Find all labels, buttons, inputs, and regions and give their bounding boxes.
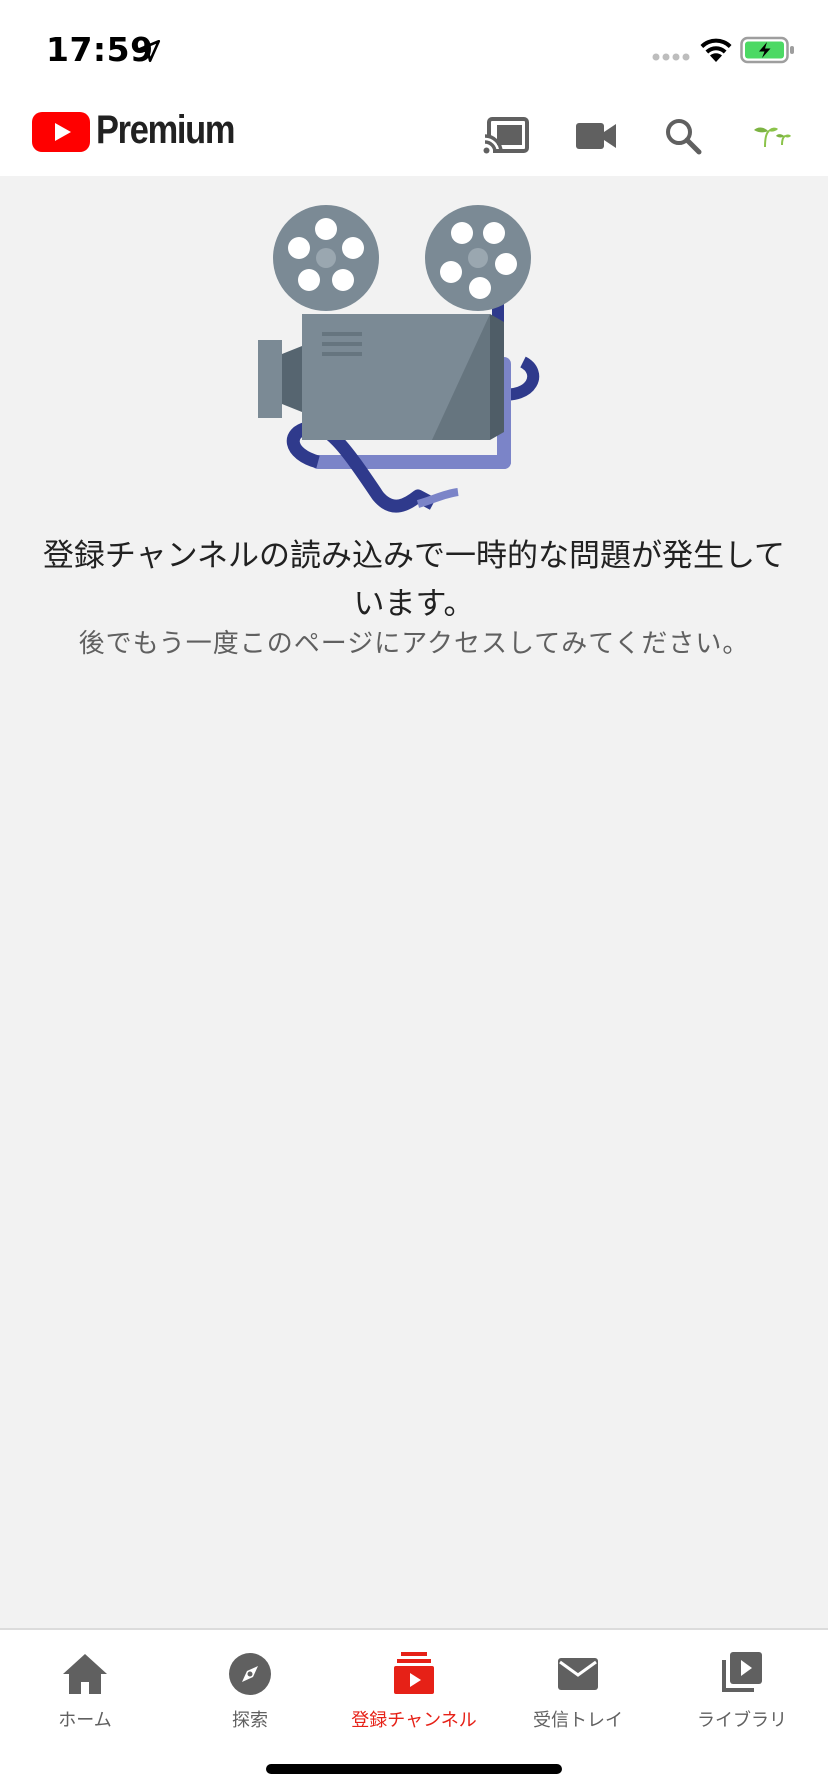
youtube-logo-icon[interactable] (32, 112, 90, 152)
cellular-signal-icon (652, 53, 690, 61)
nav-item-subscriptions[interactable]: 登録チャンネル (332, 1640, 496, 1740)
mail-icon (558, 1658, 598, 1690)
error-title: 登録チャンネルの読み込みで一時的な問題が発生しています。 (42, 538, 786, 622)
battery-charging-icon (740, 36, 794, 64)
nav-label-inbox: 受信トレイ (533, 1710, 623, 1731)
nav-item-explore[interactable]: 探索 (168, 1640, 332, 1740)
nav-item-library[interactable]: ライブラリ (660, 1640, 824, 1740)
left-reel (273, 205, 379, 311)
library-icon (722, 1652, 762, 1692)
nav-label-subscriptions: 登録チャンネル (351, 1710, 477, 1731)
upload-video-button[interactable] (568, 108, 624, 164)
app-header: Premium (0, 92, 828, 176)
home-indicator[interactable] (266, 1764, 562, 1774)
brand-label: Premium (96, 108, 235, 152)
home-icon (63, 1654, 107, 1694)
cast-icon (483, 117, 529, 154)
location-arrow-icon (137, 39, 161, 63)
wifi-icon (700, 38, 732, 62)
status-bar: 17:59 (0, 0, 828, 92)
screen: 17:59 Premium 登録チャンネルの読み込みで一時的な問題が発生していま… (0, 0, 828, 1792)
search-icon (666, 119, 702, 155)
account-button[interactable] (744, 108, 800, 164)
film-projector-illustration (258, 205, 540, 513)
nav-item-home[interactable]: ホーム (3, 1640, 167, 1740)
nav-item-inbox[interactable]: 受信トレイ (496, 1640, 660, 1740)
error-subtitle: 後でもう一度このページにアクセスしてみてください。 (78, 629, 750, 659)
right-reel (425, 205, 531, 311)
compass-icon (229, 1653, 271, 1695)
account-sprout-icon (754, 127, 791, 148)
video-camera-icon (576, 123, 616, 149)
search-button[interactable] (655, 108, 711, 164)
cast-button[interactable] (479, 108, 535, 164)
error-content: 登録チャンネルの読み込みで一時的な問題が発生しています。 後でもう一度このページ… (0, 176, 828, 1628)
nav-label-explore: 探索 (232, 1710, 268, 1731)
nav-label-library: ライブラリ (697, 1710, 787, 1731)
nav-label-home: ホーム (58, 1710, 112, 1731)
subscriptions-icon (394, 1652, 434, 1694)
